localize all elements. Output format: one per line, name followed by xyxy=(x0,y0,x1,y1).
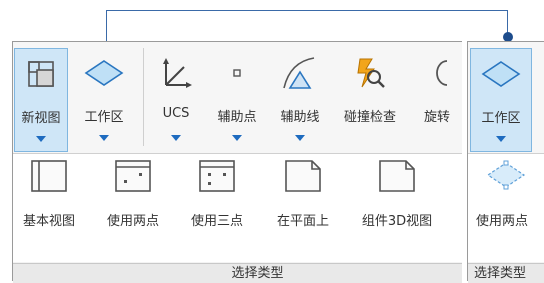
ribbon-tool-row: 新视图 工作区 UCS 辅助点 辅助线 碰撞检查 旋转 xyxy=(13,42,462,154)
three-point-view-icon xyxy=(181,159,253,195)
workplane-tool[interactable]: 工作区 xyxy=(470,48,532,152)
workplane-label: 工作区 xyxy=(84,110,124,125)
component-3d-view-icon xyxy=(347,159,447,195)
collision-check-label: 碰撞检查 xyxy=(343,110,396,125)
collision-check-icon xyxy=(335,52,405,94)
on-plane-label: 在平面上 xyxy=(276,214,329,229)
basic-view-button[interactable]: 基本视图 xyxy=(13,156,85,242)
three-point-view-label: 使用三点 xyxy=(190,214,243,229)
chevron-down-icon[interactable] xyxy=(232,135,242,141)
workplane-label: 工作区 xyxy=(481,111,521,126)
aux-line-tool[interactable]: 辅助线 xyxy=(269,48,331,152)
two-point-workplane-label: 使用两点 xyxy=(476,214,529,229)
aux-point-icon xyxy=(207,52,267,94)
aux-point-label: 辅助点 xyxy=(217,110,257,125)
on-plane-icon xyxy=(267,159,339,195)
workplane-tool[interactable]: 工作区 xyxy=(73,48,135,152)
left-ribbon-panel: 新视图 工作区 UCS 辅助点 辅助线 碰撞检查 旋转 基本视图 使用两点 使用… xyxy=(12,41,462,283)
two-point-view-label: 使用两点 xyxy=(106,214,159,229)
basic-view-icon xyxy=(13,159,85,195)
aux-line-label: 辅助线 xyxy=(280,110,320,125)
basic-view-label: 基本视图 xyxy=(22,214,75,229)
ribbon-tool-row: 工作区 xyxy=(468,42,544,154)
view-type-row: 基本视图 使用两点 使用三点 在平面上 组件3D视图 xyxy=(13,154,462,262)
callout-connector-right-drop xyxy=(507,10,508,34)
component-3d-view-label: 组件3D视图 xyxy=(361,214,433,229)
chevron-down-icon[interactable] xyxy=(171,135,181,141)
rotate-label: 旋转 xyxy=(424,110,451,125)
two-point-view-button[interactable]: 使用两点 xyxy=(97,156,169,242)
chevron-down-icon[interactable] xyxy=(99,135,109,141)
on-plane-view-button[interactable]: 在平面上 xyxy=(267,156,339,242)
new-view-tool[interactable]: 新视图 xyxy=(14,48,68,152)
two-point-workplane-button[interactable]: 使用两点 xyxy=(470,156,542,242)
panel-footer-label: 选择类型 xyxy=(231,266,284,281)
rotate-icon xyxy=(411,52,463,94)
aux-line-icon xyxy=(269,52,331,94)
panel-footer-label: 选择类型 xyxy=(474,266,527,281)
two-point-diamond-icon xyxy=(470,159,542,195)
new-view-icon xyxy=(15,53,67,95)
workplane-diamond-icon xyxy=(73,52,135,94)
ribbon-separator xyxy=(143,48,144,146)
chevron-down-icon[interactable] xyxy=(295,135,305,141)
component-3d-view-button[interactable]: 组件3D视图 xyxy=(347,156,447,242)
chevron-down-icon[interactable] xyxy=(36,136,46,142)
workplane-diamond-icon xyxy=(471,53,531,95)
two-point-view-icon xyxy=(97,159,169,195)
new-view-label: 新视图 xyxy=(21,111,61,126)
panel-footer: 选择类型 xyxy=(468,263,544,283)
rotate-tool[interactable]: 旋转 xyxy=(411,48,463,152)
view-type-row: 使用两点 xyxy=(468,154,544,262)
panel-footer: 选择类型 xyxy=(13,263,462,283)
ucs-tool[interactable]: UCS xyxy=(149,48,203,152)
ucs-label: UCS xyxy=(162,106,190,121)
three-point-view-button[interactable]: 使用三点 xyxy=(181,156,253,242)
callout-connector-top xyxy=(106,10,508,11)
aux-point-tool[interactable]: 辅助点 xyxy=(207,48,267,152)
callout-connector-left-drop xyxy=(106,10,107,42)
ucs-axes-icon xyxy=(149,52,203,94)
right-ribbon-panel: 工作区 使用两点 选择类型 xyxy=(467,41,544,283)
collision-check-tool[interactable]: 碰撞检查 xyxy=(335,48,405,152)
chevron-down-icon[interactable] xyxy=(496,136,506,142)
